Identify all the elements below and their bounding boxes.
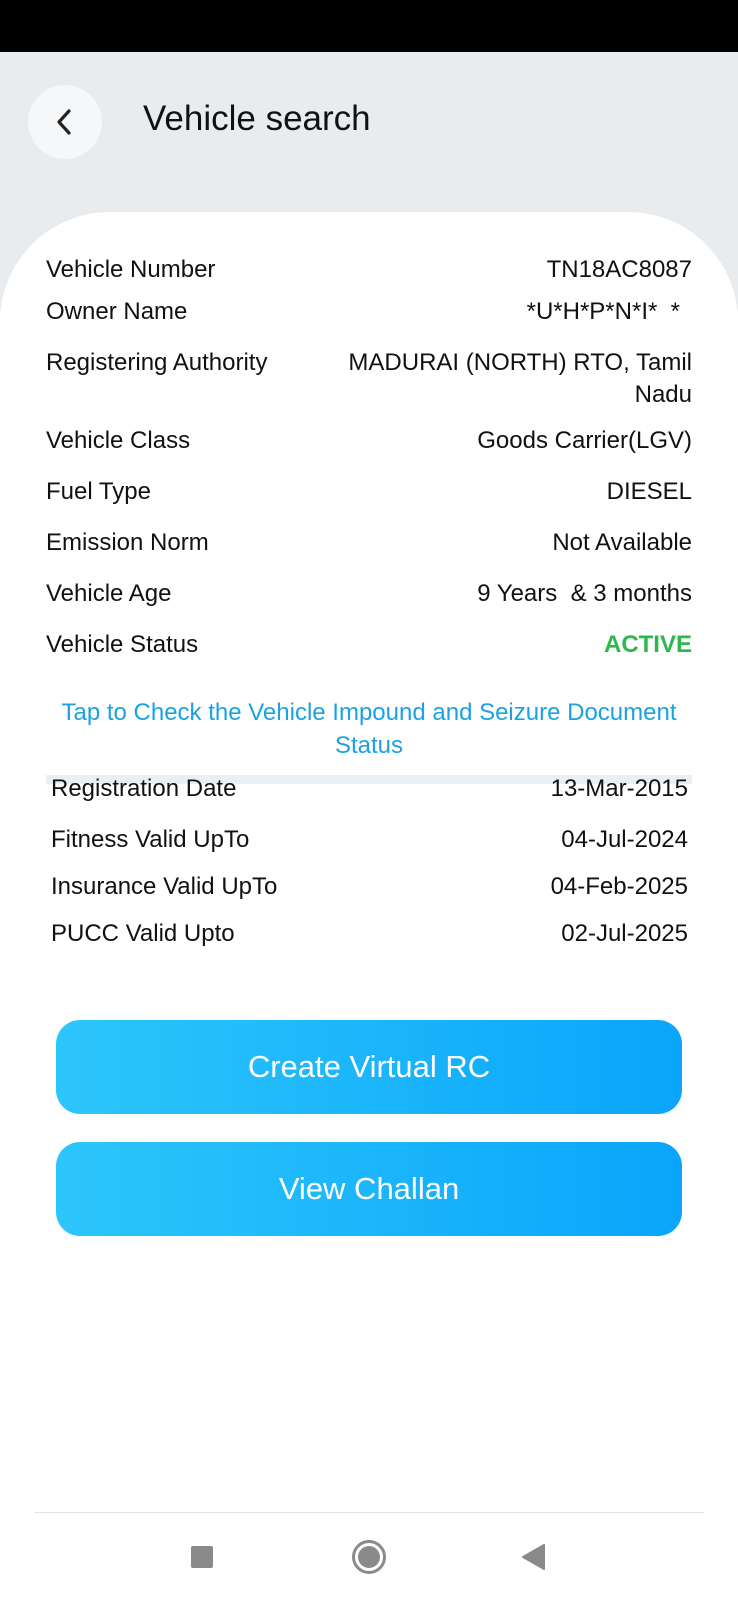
nav-recents-button[interactable]	[172, 1534, 232, 1584]
detail-label: Registering Authority	[46, 349, 268, 376]
detail-label: Vehicle Age	[46, 580, 172, 607]
view-challan-button[interactable]: View Challan	[56, 1142, 682, 1236]
circle-icon	[351, 1539, 387, 1580]
detail-label: Emission Norm	[46, 529, 209, 556]
validity-value: 04-Jul-2024	[561, 826, 688, 853]
triangle-left-icon	[520, 1543, 546, 1576]
detail-value: TN18AC8087	[546, 256, 692, 283]
nav-bar-divider	[34, 1512, 704, 1513]
detail-value: 9 Years & 3 months	[477, 580, 692, 607]
create-virtual-rc-button[interactable]: Create Virtual RC	[56, 1020, 682, 1114]
back-button[interactable]	[28, 85, 102, 159]
detail-label: Owner Name	[46, 298, 188, 325]
detail-label: Vehicle Number	[46, 256, 216, 283]
nav-back-button[interactable]	[503, 1534, 563, 1584]
page-title: Vehicle search	[143, 99, 371, 138]
detail-label: Vehicle Class	[46, 427, 191, 454]
detail-value: DIESEL	[606, 478, 692, 505]
detail-label: Fuel Type	[46, 478, 151, 505]
impound-status-link[interactable]: Tap to Check the Vehicle Impound and Sei…	[46, 696, 692, 762]
nav-home-button[interactable]	[339, 1534, 399, 1584]
detail-value: *U*H*P*N*I* *	[526, 298, 680, 325]
chevron-left-icon	[54, 107, 76, 137]
validity-label: Insurance Valid UpTo	[51, 873, 278, 900]
detail-label: Vehicle Status	[46, 631, 199, 658]
validity-label: Fitness Valid UpTo	[51, 826, 250, 853]
status-badge: ACTIVE	[603, 631, 692, 658]
validity-value: 04-Feb-2025	[550, 873, 688, 900]
square-icon	[190, 1545, 214, 1574]
detail-value: MADURAI (NORTH) RTO, Tamil Nadu	[348, 349, 692, 408]
detail-value: Not Available	[552, 529, 692, 556]
validity-value: 13-Mar-2015	[550, 775, 688, 802]
validity-label: Registration Date	[51, 775, 237, 802]
status-bar	[0, 0, 738, 52]
detail-value: Goods Carrier(LGV)	[477, 427, 692, 454]
validity-value: 02-Jul-2025	[561, 920, 688, 947]
validity-label: PUCC Valid Upto	[51, 920, 235, 947]
